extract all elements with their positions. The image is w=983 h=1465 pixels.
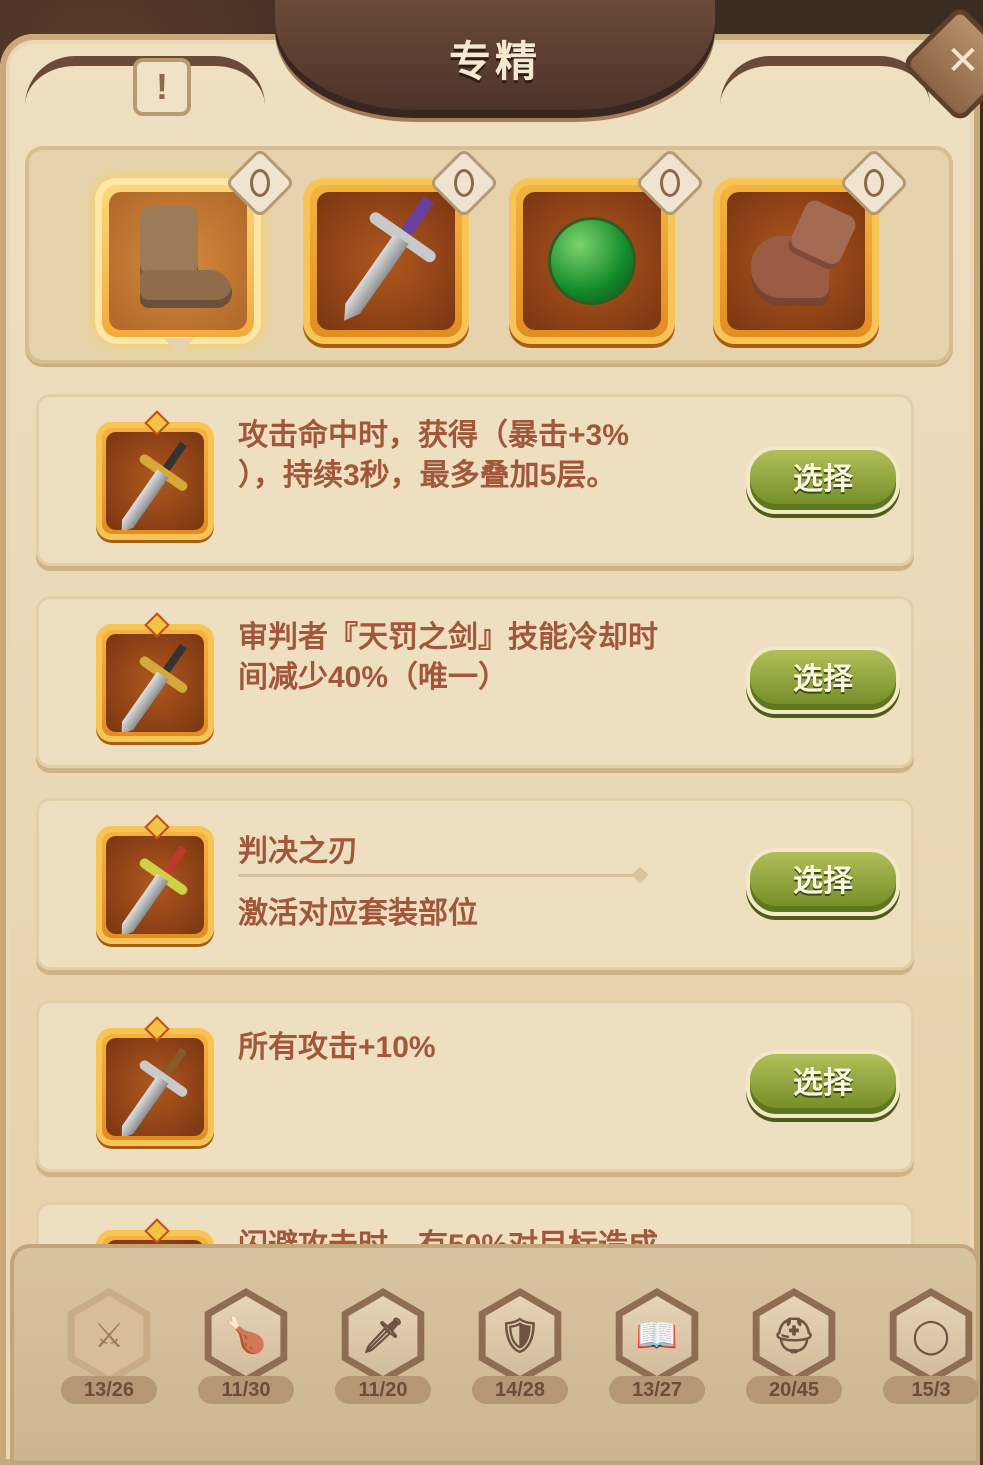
equip-slot-amulet[interactable] [509,147,706,344]
sword-icon [334,193,439,328]
tab-count: 13/26 [61,1376,157,1404]
sword-icon [114,1045,190,1136]
shield-icon: 🛡 [485,1296,555,1376]
dagger-icon: 🗡 [348,1296,418,1376]
sword-icon [114,439,190,530]
sword-icon: ⚔ [74,1296,144,1376]
tab-book[interactable]: 📖 13/27 [602,1288,712,1404]
scroll-curl-right [720,56,930,106]
equipment-tray [25,146,953,364]
option-card: 审判者『天罚之剑』技能冷却时 间减少40%（唯一） 选择 [36,596,914,768]
title-banner: 专精 [275,0,715,118]
tab-sword[interactable]: ⚔ 13/26 [54,1288,164,1404]
option-icon [96,410,214,540]
option-description: 攻击命中时，获得（暴击+3% ），持续3秒，最多叠加5层。 [238,419,629,492]
amulet-icon [551,220,633,302]
page-title: 专精 [448,38,541,85]
tab-count: 13/27 [609,1376,705,1404]
option-icon [96,1016,214,1146]
select-button[interactable]: 选择 [746,1050,900,1118]
tab-shield[interactable]: 🛡 14/28 [465,1288,575,1404]
equip-slot-sword[interactable] [303,147,500,344]
select-button[interactable]: 选择 [746,848,900,916]
tab-count: 11/20 [335,1376,431,1404]
category-tab-bar: ⚔ 13/26 🍗 11/30 🗡 11/20 🛡 14/28 📖 13/27 … [10,1244,980,1465]
tab-drumstick[interactable]: 🍗 11/30 [191,1288,301,1404]
drumstick-icon: 🍗 [211,1296,281,1376]
select-button[interactable]: 选择 [746,646,900,714]
close-icon: ✕ [946,39,980,84]
option-list: 攻击命中时，获得（暴击+3% ），持续3秒，最多叠加5层。 选择 审判者『天罚之… [0,372,983,1244]
book-icon: 📖 [622,1296,692,1376]
set-description: 激活对应套装部位 [238,897,478,930]
glove-icon [741,197,859,316]
tab-helmet[interactable]: ⛑ 20/45 [739,1288,849,1404]
option-card: 所有攻击+10% 选择 [36,1000,914,1172]
divider [238,874,638,877]
tab-count: 15/3 [883,1376,979,1404]
option-card: 判决之刃 激活对应套装部位 选择 [36,798,914,970]
option-icon [96,1218,214,1244]
option-description: 闪避攻击时，有50%对目标造成 [238,1220,658,1244]
set-name: 判决之刃 [238,835,358,868]
option-icon [96,612,214,742]
select-button[interactable]: 选择 [746,446,900,514]
tab-count: 14/28 [472,1376,568,1404]
info-button[interactable]: ! [133,58,191,116]
blade-icon [114,843,190,934]
equip-slot-glove[interactable] [713,147,910,344]
option-card: 闪避攻击时，有50%对目标造成 [36,1202,914,1244]
helmet-icon: ⛑ [759,1296,829,1376]
tab-dagger[interactable]: 🗡 11/20 [328,1288,438,1404]
tab-necklace[interactable]: ◯ 15/3 [876,1288,980,1404]
boot-icon [128,206,232,316]
equip-slot-boot[interactable] [95,178,261,344]
scimitar-icon [114,641,190,732]
tab-count: 20/45 [746,1376,842,1404]
selected-slot-pointer [163,338,195,354]
option-description: 所有攻击+10% [238,1031,436,1064]
option-icon [96,814,214,944]
option-description: 审判者『天罚之剑』技能冷却时 间减少40%（唯一） [238,621,658,694]
tab-count: 11/30 [198,1376,294,1404]
option-card: 攻击命中时，获得（暴击+3% ），持续3秒，最多叠加5层。 选择 [36,394,914,566]
necklace-icon: ◯ [896,1296,966,1376]
